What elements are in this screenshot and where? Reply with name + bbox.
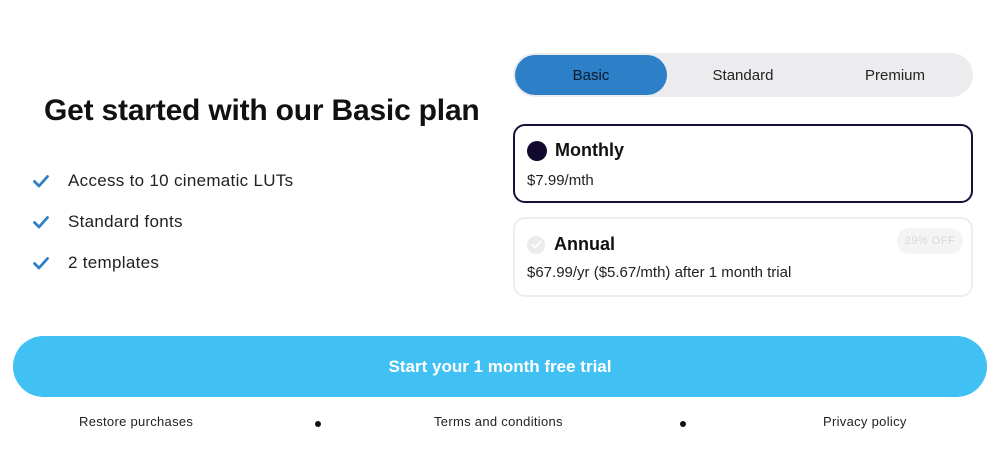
restore-purchases-link[interactable]: Restore purchases [79,414,193,429]
start-trial-button[interactable]: Start your 1 month free trial [13,336,987,397]
discount-badge: 29% OFF [897,228,963,254]
radio-unselected-icon [527,235,545,254]
feature-item: Access to 10 cinematic LUTs [32,160,293,201]
plan-option-annual[interactable]: Annual $67.99/yr ($5.67/mth) after 1 mon… [513,217,973,297]
tab-premium[interactable]: Premium [819,55,971,95]
check-icon [33,256,49,269]
paywall-screen: Get started with our Basic plan Access t… [0,0,1000,450]
tab-basic[interactable]: Basic [515,55,667,95]
footer-links: Restore purchases Terms and conditions P… [0,414,1000,434]
plan-price: $67.99/yr ($5.67/mth) after 1 month tria… [527,264,792,281]
feature-text: Access to 10 cinematic LUTs [68,170,294,190]
feature-text: Standard fonts [68,211,183,231]
plan-price: $7.99/mth [527,172,594,189]
check-icon [33,215,49,228]
feature-item: Standard fonts [32,201,293,242]
feature-list: Access to 10 cinematic LUTs Standard fon… [32,160,293,283]
plan-name: Monthly [555,140,624,160]
separator-dot [315,421,321,427]
check-icon [33,174,49,187]
page-title: Get started with our Basic plan [44,94,480,127]
plan-name: Annual [554,234,615,254]
tab-standard[interactable]: Standard [667,55,819,95]
radio-selected-icon [527,140,547,161]
plan-tier-selector: Basic Standard Premium [513,53,973,97]
plan-option-header: Annual [527,234,615,255]
feature-text: 2 templates [68,252,160,272]
plan-option-monthly[interactable]: Monthly $7.99/mth [513,124,973,203]
check-icon [531,240,541,249]
terms-link[interactable]: Terms and conditions [434,414,563,429]
feature-item: 2 templates [32,242,293,283]
plan-option-header: Monthly [527,140,624,161]
separator-dot [680,421,686,427]
privacy-link[interactable]: Privacy policy [823,414,907,429]
